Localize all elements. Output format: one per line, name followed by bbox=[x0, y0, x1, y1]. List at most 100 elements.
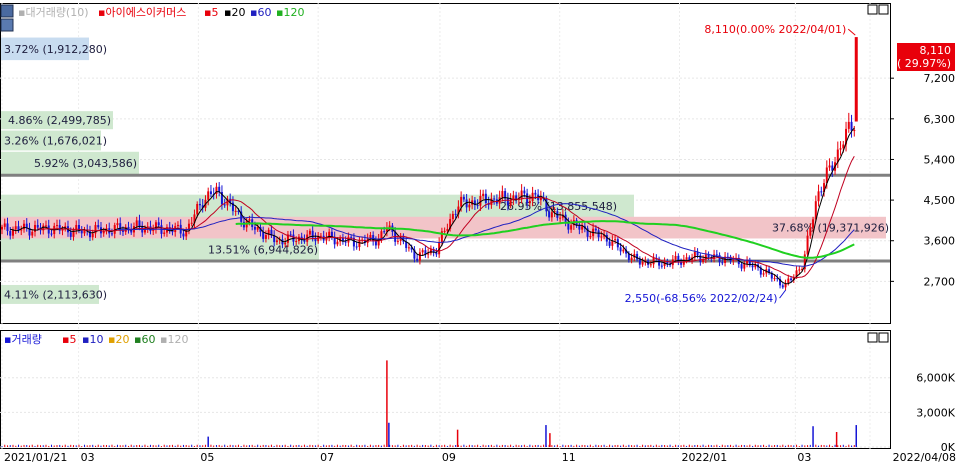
vol-maximize-button[interactable] bbox=[878, 332, 889, 343]
candle-body bbox=[176, 224, 179, 227]
candle-body bbox=[674, 255, 677, 260]
candle-body bbox=[589, 236, 592, 238]
vol-legend-ma60: ▪60 bbox=[134, 333, 155, 346]
candle-body bbox=[762, 273, 765, 275]
volume-tick-label: 3,000K bbox=[916, 406, 955, 419]
candle-body bbox=[55, 225, 58, 227]
candle-body bbox=[630, 257, 633, 260]
candle-body bbox=[253, 226, 256, 230]
candle-body bbox=[534, 192, 537, 195]
candle-body bbox=[157, 222, 160, 226]
candle-body bbox=[850, 121, 853, 131]
legend-ma60: ▪60 bbox=[250, 6, 271, 19]
legend-ma5: ▪5 bbox=[204, 6, 218, 19]
candle-body bbox=[781, 285, 784, 288]
vol-legend-ma5: ▪5 bbox=[62, 333, 76, 346]
candle-body bbox=[1, 226, 3, 230]
volume-profile-label: 4.11% (2,113,630) bbox=[4, 288, 107, 301]
x-tick-label: 2022/01 bbox=[682, 451, 728, 464]
price-tick-label: 3,600 bbox=[924, 235, 956, 248]
candle-body bbox=[652, 257, 655, 265]
volume-panel-buttons[interactable] bbox=[867, 332, 889, 343]
candle-body bbox=[622, 249, 625, 252]
candle-body bbox=[256, 227, 259, 230]
candle-body bbox=[520, 190, 523, 199]
candle-body bbox=[121, 230, 124, 232]
candle-body bbox=[773, 278, 776, 280]
candle-body bbox=[721, 262, 724, 264]
candle-body bbox=[80, 230, 83, 234]
candle-body bbox=[732, 259, 735, 262]
candle-body bbox=[344, 241, 347, 243]
current-price: 8,110 bbox=[920, 44, 952, 57]
volume-tick-label: 6,000K bbox=[916, 372, 955, 385]
candle-body bbox=[660, 265, 663, 267]
candle-body bbox=[418, 252, 421, 261]
settings-icon[interactable] bbox=[0, 18, 14, 32]
legend-ma120: ▪120 bbox=[276, 6, 304, 19]
candle-body bbox=[638, 259, 641, 265]
candle-body bbox=[501, 191, 504, 198]
candle-body bbox=[454, 213, 457, 215]
candle-body bbox=[506, 198, 509, 206]
candle-body bbox=[619, 247, 622, 252]
minimize-button[interactable] bbox=[867, 4, 878, 15]
candle-body bbox=[6, 223, 9, 232]
maximize-button[interactable] bbox=[878, 4, 889, 15]
candle-body bbox=[570, 225, 573, 230]
x-tick-label: 07 bbox=[320, 451, 334, 464]
candle-body bbox=[600, 236, 603, 238]
candle-body bbox=[460, 196, 463, 207]
candle-body bbox=[207, 191, 210, 200]
candle-body bbox=[594, 228, 597, 231]
candle-body bbox=[550, 212, 553, 218]
candle-body bbox=[273, 235, 276, 243]
candle-body bbox=[451, 213, 454, 220]
candle-body bbox=[523, 190, 526, 194]
candle-body bbox=[614, 239, 617, 241]
candle-body bbox=[528, 201, 531, 204]
candle-body bbox=[853, 130, 856, 132]
max-price-annotation: 8,110(0.00% 2022/04/01) bbox=[704, 23, 846, 36]
candle-body bbox=[358, 240, 361, 248]
candle-body bbox=[14, 226, 17, 230]
candle-body bbox=[740, 264, 743, 269]
candle-body bbox=[308, 230, 311, 235]
candle-body bbox=[416, 258, 419, 261]
candle-body bbox=[559, 217, 562, 219]
candle-body bbox=[484, 193, 487, 203]
candle-body bbox=[743, 263, 746, 269]
candle-body bbox=[468, 204, 471, 208]
candle-body bbox=[476, 205, 479, 207]
candle-body bbox=[36, 224, 39, 228]
candle-body bbox=[33, 224, 36, 232]
menu-icon[interactable] bbox=[0, 4, 14, 18]
vol-minimize-button[interactable] bbox=[867, 332, 878, 343]
price-tick-label: 6,300 bbox=[924, 113, 956, 126]
candle-body bbox=[798, 269, 801, 271]
vol-legend-ma20: ▪20 bbox=[108, 333, 129, 346]
price-tick-label: 7,200 bbox=[924, 72, 956, 85]
candle-body bbox=[421, 250, 424, 253]
legend-buy-sell: ▪대거래량(10) bbox=[18, 6, 89, 19]
candle-body bbox=[289, 234, 292, 236]
candle-body bbox=[828, 165, 831, 168]
candle-body bbox=[31, 231, 34, 236]
max-price-arrow bbox=[847, 28, 856, 36]
candle-body bbox=[608, 241, 611, 246]
volume-profile-label: 3.26% (1,676,021) bbox=[4, 134, 107, 147]
candle-body bbox=[812, 219, 815, 228]
volume-profile-label: 37.68% (19,371,926) bbox=[772, 222, 889, 235]
candle-body bbox=[820, 191, 823, 193]
vol-legend-ma120: ▪120 bbox=[160, 333, 188, 346]
candle-body bbox=[58, 225, 61, 231]
x-tick-label: 03 bbox=[81, 451, 95, 464]
candle-body bbox=[649, 264, 652, 266]
volume-profile-label: 4.86% (2,499,785) bbox=[8, 114, 111, 127]
candle-body bbox=[223, 204, 226, 206]
stock-chart[interactable]: 3.72% (1,912,280) 4.86% (2,499,785) 3.26% … bbox=[0, 0, 957, 465]
price-panel-buttons[interactable] bbox=[867, 4, 889, 15]
x-tick-label: 11 bbox=[562, 451, 576, 464]
candle-body bbox=[641, 262, 644, 265]
legend-stock: ▪아이에스이커머스 bbox=[98, 6, 186, 19]
